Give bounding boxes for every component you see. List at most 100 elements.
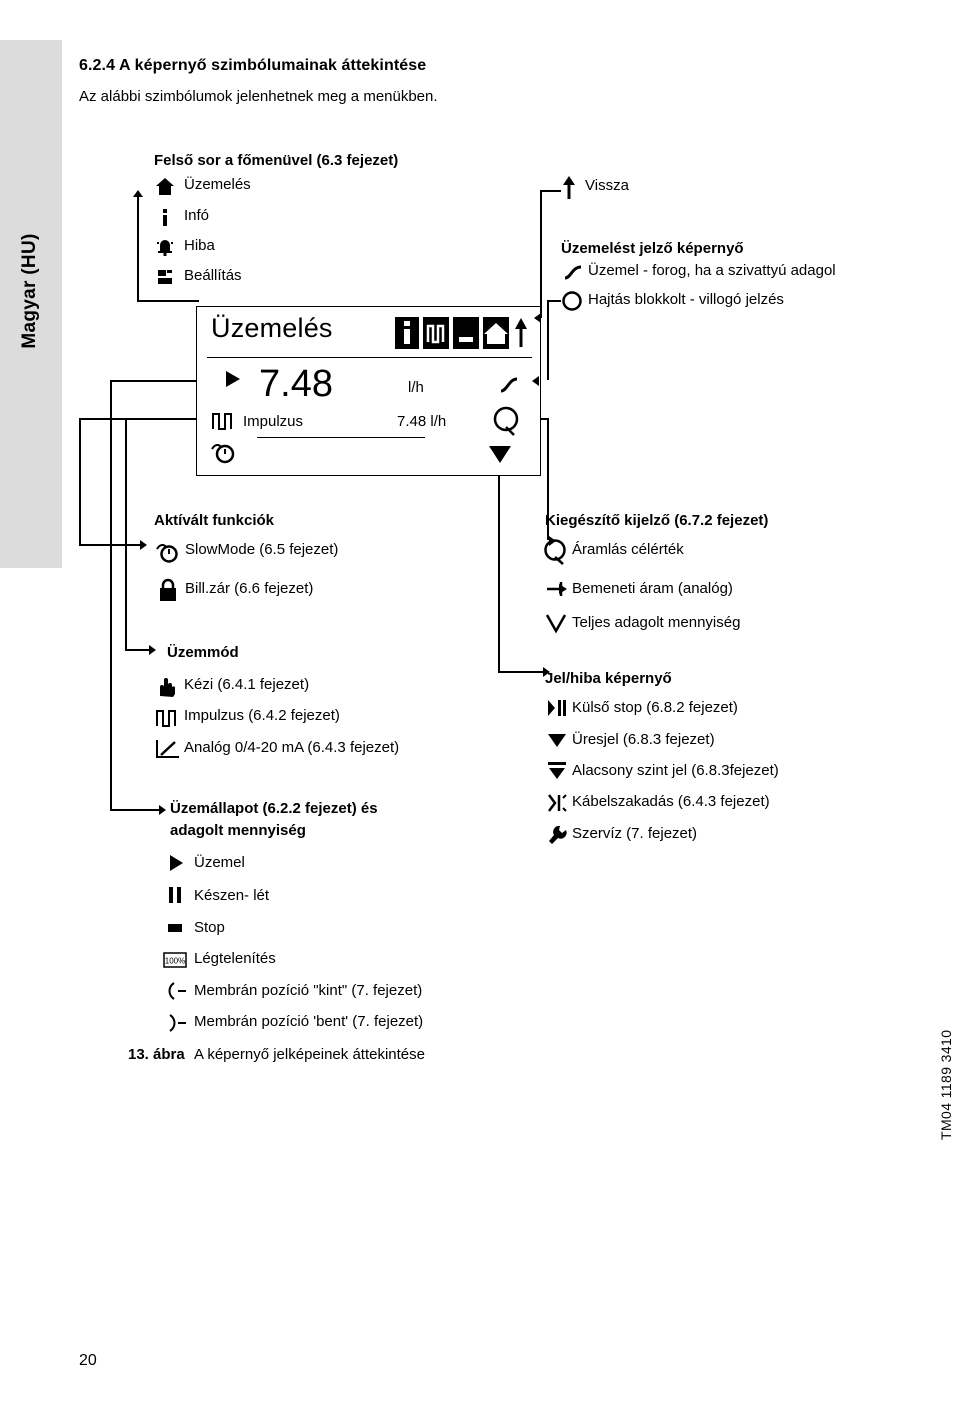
operating-state-item-5-label: Membrán pozíció 'bent' (7. fejezet) — [194, 1013, 424, 1030]
connector-arrow — [159, 805, 166, 815]
page-title: 6.2.4 A képernyő szimbólumainak áttekint… — [79, 57, 427, 74]
info-icon — [158, 209, 172, 226]
connector-line — [125, 418, 196, 420]
operating-mode-item-1-label: Impulzus (6.4.2 fejezet) — [184, 707, 340, 724]
home-icon — [156, 178, 174, 195]
activated-functions-item-0-label: SlowMode (6.5 fejezet) — [185, 541, 339, 558]
additional-display-item-0-label: Áramlás célérték — [572, 541, 684, 558]
down-arrow-icon — [487, 443, 513, 465]
hand-icon — [156, 676, 178, 698]
additional-display-title: Kiegészítő kijelző (6.7.2 fejezet) — [545, 512, 769, 529]
manual-page: Magyar (HU) TM04 1189 3410 20 6.2.4 A ké… — [0, 0, 960, 1428]
display-row-value: 7.48 l/h — [397, 413, 447, 430]
stop-icon — [167, 920, 183, 936]
operating-screen-item-0-label: Üzemel - forog, ha a szivattyú adagol — [588, 262, 836, 279]
connector-line — [137, 300, 199, 302]
connector-line — [547, 300, 561, 302]
signal-fault-title: Jel/hiba képernyő — [545, 670, 672, 687]
operating-state-item-1-label: Készen- lét — [194, 887, 270, 904]
deaeration-icon: 100% — [162, 950, 188, 970]
operating-mode-item-2-label: Analóg 0/4-20 mA (6.4.3 fejezet) — [184, 739, 400, 756]
operating-state-item-2-label: Stop — [194, 919, 225, 936]
signal-fault-item-0-label: Külső stop (6.8.2 fejezet) — [572, 699, 738, 716]
lock-icon — [158, 578, 178, 602]
connector-line — [110, 380, 196, 382]
connector-line — [540, 190, 542, 318]
analog-icon — [155, 738, 181, 760]
top-menu-item-1-label: Infó — [184, 207, 210, 224]
total-volume-icon — [545, 612, 569, 634]
connector-line — [541, 190, 561, 192]
signal-fault-item-2-label: Alacsony szint jel (6.8.3fejezet) — [572, 762, 779, 779]
additional-display-item-2-label: Teljes adagolt mennyiség — [572, 614, 741, 631]
operating-screen-title: Üzemelést jelző képernyő — [561, 240, 744, 257]
cable-break-icon — [546, 792, 568, 814]
svg-text:100%: 100% — [165, 957, 185, 966]
language-tab-label: Magyar (HU) — [19, 233, 40, 349]
alarm-icon — [156, 238, 174, 256]
connector-line — [125, 649, 150, 651]
display-topbar-icons — [395, 315, 535, 351]
page-intro: Az alábbi szimbólumok jelenhetnek meg a … — [79, 88, 438, 105]
running-dash-icon — [497, 373, 521, 397]
operating-state-title-line1: Üzemállapot (6.2.2 fejezet) és — [170, 800, 378, 817]
low-level-icon — [546, 760, 568, 782]
connector-line — [498, 671, 544, 673]
membrane-in-icon — [162, 1012, 188, 1034]
top-menu-item-0-label: Üzemelés — [184, 176, 251, 193]
connector-arrow — [149, 645, 156, 655]
pulse-icon — [155, 708, 181, 728]
connector-arrow — [532, 376, 539, 386]
pause-icon — [167, 886, 183, 904]
input-current-icon — [545, 580, 569, 598]
play-icon — [167, 854, 185, 872]
connector-arrow — [534, 313, 541, 323]
operating-state-item-3-label: Légtelenítés — [194, 950, 276, 967]
blocked-circle-icon — [561, 290, 583, 312]
running-dash-icon — [562, 262, 584, 284]
empty-signal-icon — [546, 730, 568, 750]
operating-mode-item-0-label: Kézi (6.4.1 fejezet) — [184, 676, 310, 693]
additional-display-item-1-label: Bemeneti áram (analóg) — [572, 580, 733, 597]
operating-mode-title: Üzemmód — [167, 644, 239, 661]
top-menu-item-2-label: Hiba — [184, 237, 215, 254]
flow-q-icon — [492, 405, 522, 437]
slowmode-icon — [211, 441, 237, 465]
connector-arrow — [133, 190, 143, 197]
figure-caption: A képernyő jelképeinek áttekintése — [194, 1046, 425, 1063]
back-arrow-icon — [560, 176, 578, 200]
service-icon — [546, 824, 568, 846]
connector-line — [79, 418, 81, 545]
pulse-icon — [211, 411, 237, 431]
display-divider — [257, 437, 425, 438]
connector-line — [547, 300, 549, 380]
display-divider — [207, 357, 532, 358]
display-title: Üzemelés — [211, 313, 333, 343]
settings-icon — [156, 268, 174, 286]
top-menu-item-3-label: Beállítás — [184, 267, 242, 284]
slowmode-icon — [156, 542, 180, 564]
activated-functions-title: Aktívált funkciók — [154, 512, 275, 529]
connector-line — [110, 380, 112, 810]
page-number: 20 — [79, 1352, 97, 1369]
flow-q-icon — [543, 538, 569, 566]
connector-line — [137, 196, 139, 302]
signal-fault-item-3-label: Kábelszakadás (6.4.3 fejezet) — [572, 793, 770, 810]
play-icon — [223, 369, 243, 389]
connector-arrow — [140, 540, 147, 550]
figure-number: 13. ábra — [128, 1046, 185, 1063]
display-panel: Üzemelés 7.48 l/h Impulzus 7.48 l/h — [196, 306, 541, 476]
connector-line — [125, 418, 127, 650]
back-label: Vissza — [585, 177, 629, 194]
activated-functions-item-1-label: Bill.zár (6.6 fejezet) — [185, 580, 314, 597]
document-code: TM04 1189 3410 — [938, 1029, 954, 1140]
signal-fault-item-4-label: Szervíz (7. fejezet) — [572, 825, 698, 842]
operating-state-title-line2: adagolt mennyiség — [170, 822, 306, 839]
connector-line — [541, 418, 549, 420]
signal-fault-item-1-label: Üresjel (6.8.3 fejezet) — [572, 731, 715, 748]
membrane-out-icon — [162, 980, 188, 1002]
connector-line — [498, 476, 500, 672]
display-value: 7.48 — [259, 363, 333, 405]
top-menu-title: Felső sor a főmenüvel (6.3 fejezet) — [154, 152, 399, 169]
operating-state-item-4-label: Membrán pozíció "kint" (7. fejezet) — [194, 982, 423, 999]
